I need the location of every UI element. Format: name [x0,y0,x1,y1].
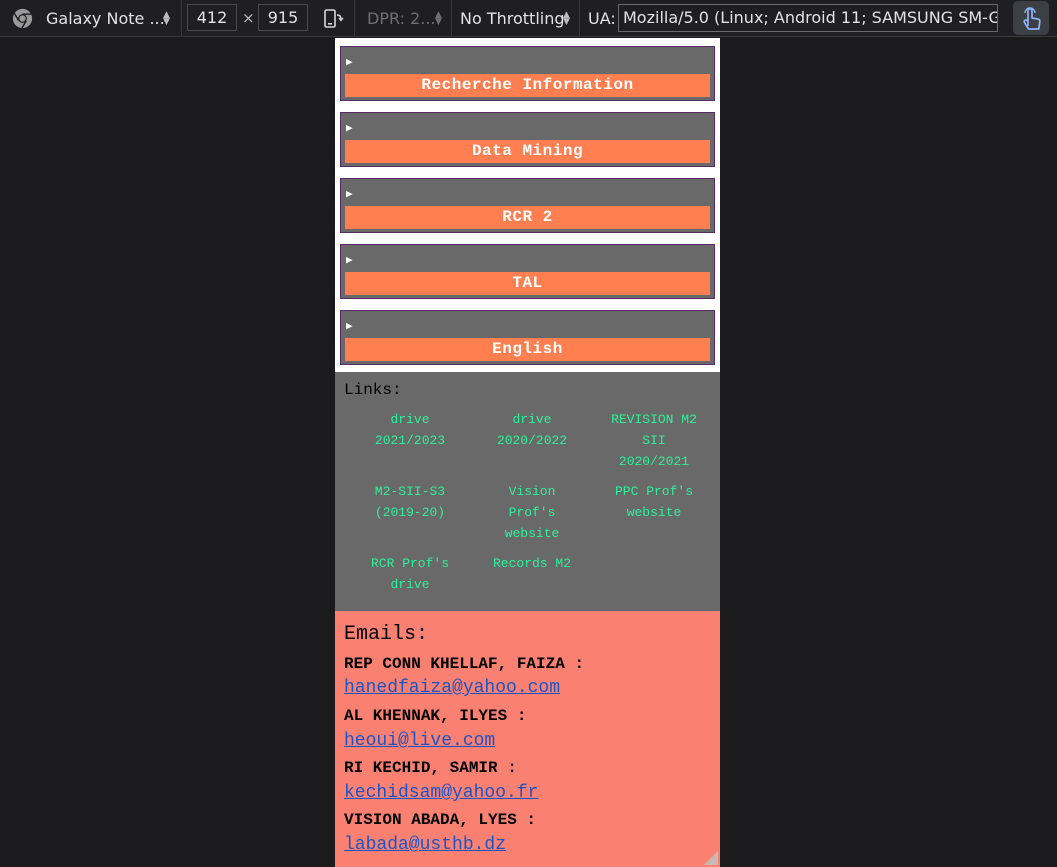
throttling-chevron-icon: ▲ ▼ [563,10,570,27]
dpr-chevron-icon: ▲ ▼ [435,10,442,27]
toolbar-divider [181,0,182,37]
device-select[interactable]: Galaxy Note ... [46,9,165,28]
height-input[interactable]: 915 [258,4,308,31]
contact-name: REP CONN KHELLAF, FAIZA : [344,655,585,673]
disclosure-triangle-icon: ▶ [346,255,353,267]
disclosure-triangle-icon: ▶ [346,189,353,201]
touch-toggle-button[interactable] [1013,1,1049,35]
email-link[interactable]: labada@usthb.dz [344,835,506,855]
device-toolbar: Galaxy Note ... ▲ ▼ 412 × 915 DPR: 2... ▲… [0,0,1057,37]
link-line: website [626,505,682,520]
link-line: 2020/2022 [496,433,568,448]
emails-title: Emails: [344,623,429,646]
link-rcr-prof-drive[interactable]: RCR Prof's drive [355,553,465,595]
dimension-separator: × [242,9,255,27]
width-input[interactable]: 412 [187,4,237,31]
link-line: SII [642,433,666,448]
link-revision-m2-sii[interactable]: REVISION M2 SII 2020/2021 [599,409,709,472]
chrome-icon [12,8,33,29]
module-data-mining[interactable]: ▶ Data Mining [340,112,715,167]
link-line: 2020/2021 [618,454,690,469]
module-english[interactable]: ▶ English [340,310,715,365]
throttling-select[interactable]: No Throttling [460,9,565,28]
links-title: Links: [344,381,402,399]
contact-name: AL KHENNAK, ILYES : [344,707,527,725]
link-drive-2020-2022[interactable]: drive 2020/2022 [477,409,587,451]
link-line: RCR Prof's [370,556,449,571]
ua-label: UA: [588,9,616,28]
link-line: M2-SII-S3 [374,484,446,499]
links-section: Links: drive 2021/2023 drive 2020/2022 R… [335,372,720,611]
link-line: drive [390,412,430,427]
link-line: drive [512,412,552,427]
user-agent-input[interactable]: Mozilla/5.0 (Linux; Android 11; SAMSUNG … [618,4,998,32]
module-title[interactable]: Recherche Information [345,74,710,97]
link-line: REVISION M2 [611,412,697,427]
toolbar-divider [451,0,452,37]
email-link[interactable]: kechidsam@yahoo.fr [344,783,538,803]
module-title[interactable]: TAL [345,272,710,295]
link-drive-2021-2023[interactable]: drive 2021/2023 [355,409,465,451]
module-title[interactable]: Data Mining [345,140,710,163]
link-line: Prof's [508,505,556,520]
touch-icon [1023,7,1041,30]
link-line: drive [390,577,430,592]
email-link[interactable]: heoui@live.com [344,731,495,751]
module-tal[interactable]: ▶ TAL [340,244,715,299]
toolbar-divider [579,0,580,37]
link-line: Records M2 [492,556,571,571]
dpr-select[interactable]: DPR: 2... [367,9,436,28]
link-vision-prof-website[interactable]: Vision Prof's website [477,481,587,544]
link-line: website [504,526,560,541]
toolbar-divider [354,0,355,37]
link-m2-sii-s3[interactable]: M2-SII-S3 (2019-20) [355,481,465,523]
module-recherche-information[interactable]: ▶ Recherche Information [340,46,715,101]
disclosure-triangle-icon: ▶ [346,57,353,69]
module-title[interactable]: RCR 2 [345,206,710,229]
disclosure-triangle-icon: ▶ [346,123,353,135]
emails-section: Emails: REP CONN KHELLAF, FAIZA : hanedf… [335,611,720,867]
email-link[interactable]: hanedfaiza@yahoo.com [344,678,560,698]
link-line: 2021/2023 [374,433,446,448]
link-ppc-prof-website[interactable]: PPC Prof's website [599,481,709,523]
disclosure-triangle-icon: ▶ [346,321,353,333]
link-line: PPC Prof's [614,484,693,499]
link-records-m2[interactable]: Records M2 [477,553,587,574]
contact-name: RI KECHID, SAMIR : [344,759,517,777]
link-line: (2019-20) [374,505,446,520]
module-title[interactable]: English [345,338,710,361]
rotate-icon[interactable] [322,8,344,30]
module-rcr-2[interactable]: ▶ RCR 2 [340,178,715,233]
device-select-chevron-icon: ▲ ▼ [163,10,170,27]
link-line: Vision [508,484,556,499]
resize-handle-icon[interactable] [704,851,718,865]
contact-name: VISION ABADA, LYES : [344,811,537,829]
emulated-viewport: ▶ Recherche Information ▶ Data Mining ▶ … [335,38,720,867]
